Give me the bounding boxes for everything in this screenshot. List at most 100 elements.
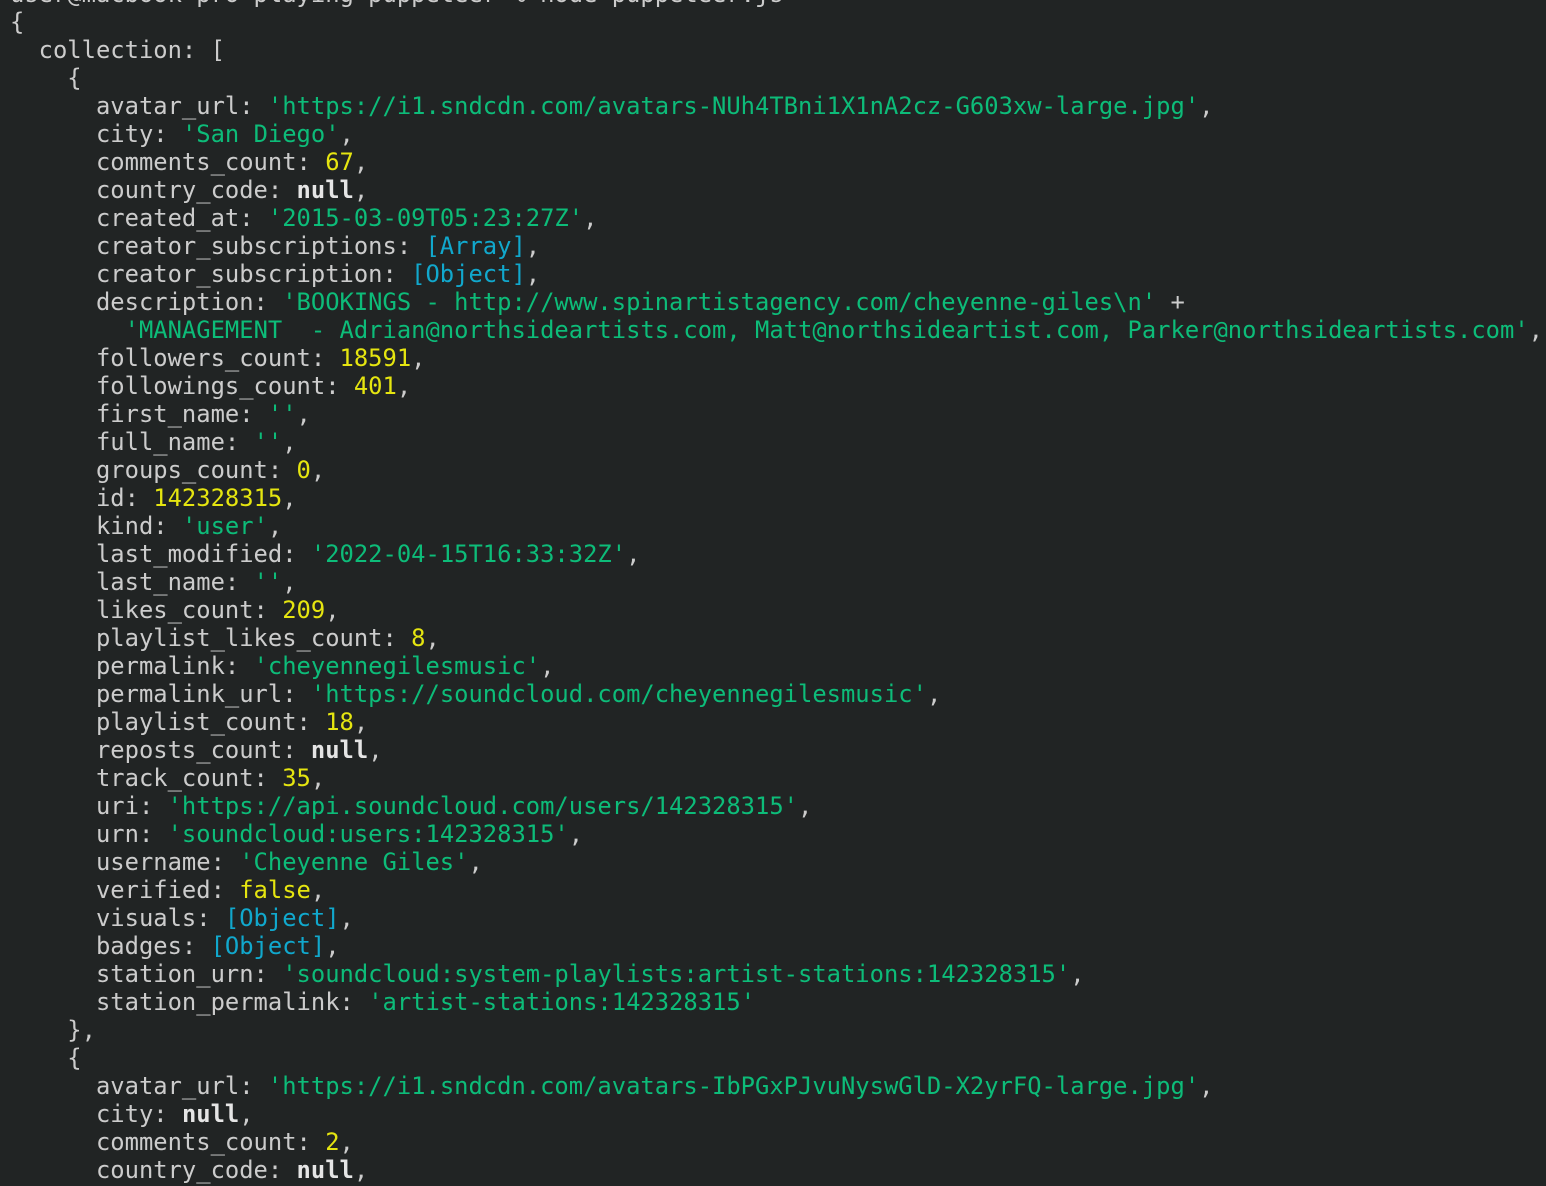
plain-token: , (1199, 1072, 1213, 1100)
string-token: 'MANAGEMENT - Adrian@northsideartists.co… (125, 316, 1529, 344)
plain-token: , (927, 680, 941, 708)
string-token: 'artist-stations:142328315' (368, 988, 755, 1016)
console-line: country_code: null, (10, 176, 1546, 204)
plain-token (10, 316, 125, 344)
plain-token: station_permalink: (10, 988, 368, 1016)
number-token: 0 (297, 456, 311, 484)
plain-token: creator_subscriptions: (10, 232, 425, 260)
string-token: 'https://i1.sndcdn.com/avatars-IbPGxPJvu… (268, 1072, 1199, 1100)
number-token: 35 (282, 764, 311, 792)
console-line: city: 'San Diego', (10, 120, 1546, 148)
console-line: uri: 'https://api.soundcloud.com/users/1… (10, 792, 1546, 820)
console-line: full_name: '', (10, 428, 1546, 456)
console-line: groups_count: 0, (10, 456, 1546, 484)
plain-token: reposts_count: (10, 736, 311, 764)
plain-token: , (526, 232, 540, 260)
console-line: description: 'BOOKINGS - http://www.spin… (10, 288, 1546, 316)
plain-token: country_code: (10, 176, 297, 204)
plain-token: , (354, 176, 368, 204)
plain-token: avatar_url: (10, 1072, 268, 1100)
string-token: '' (254, 428, 283, 456)
console-line: avatar_url: 'https://i1.sndcdn.com/avata… (10, 1072, 1546, 1100)
console-line: followings_count: 401, (10, 372, 1546, 400)
plain-token: comments_count: (10, 148, 325, 176)
console-line: reposts_count: null, (10, 736, 1546, 764)
plain-token: badges: (10, 932, 211, 960)
plain-token: , (526, 260, 540, 288)
plain-token: , (325, 596, 339, 624)
string-token: 'https://api.soundcloud.com/users/142328… (168, 792, 798, 820)
string-token: '' (268, 400, 297, 428)
string-token: 'user' (182, 512, 268, 540)
plain-token: , (340, 1128, 354, 1156)
plain-token: , (297, 400, 311, 428)
console-line: creator_subscriptions: [Array], (10, 232, 1546, 260)
plain-token: , (583, 204, 597, 232)
plain-token: likes_count: (10, 596, 282, 624)
console-line: station_permalink: 'artist-stations:1423… (10, 988, 1546, 1016)
console-line: permalink: 'cheyennegilesmusic', (10, 652, 1546, 680)
console-line: { (10, 1044, 1546, 1072)
console-line: playlist_likes_count: 8, (10, 624, 1546, 652)
plain-token: , (354, 708, 368, 736)
console-line: 'MANAGEMENT - Adrian@northsideartists.co… (10, 316, 1546, 344)
plain-token: avatar_url: (10, 92, 268, 120)
null-token: null (311, 736, 368, 764)
plain-token: }, (10, 1016, 96, 1044)
number-token: 2 (325, 1128, 339, 1156)
string-token: 'Cheyenne Giles' (239, 848, 468, 876)
number-token: 209 (282, 596, 325, 624)
console-line: username: 'Cheyenne Giles', (10, 848, 1546, 876)
console-line: first_name: '', (10, 400, 1546, 428)
string-token: 'https://soundcloud.com/cheyennegilesmus… (311, 680, 927, 708)
plain-token: last_name: (10, 568, 254, 596)
console-line: avatar_url: 'https://i1.sndcdn.com/avata… (10, 92, 1546, 120)
console-line: followers_count: 18591, (10, 344, 1546, 372)
object-ref-token: [Object] (211, 932, 326, 960)
console-line: created_at: '2015-03-09T05:23:27Z', (10, 204, 1546, 232)
plain-token: uri: (10, 792, 168, 820)
number-token: 401 (354, 372, 397, 400)
string-token: '2015-03-09T05:23:27Z' (268, 204, 583, 232)
plain-token: , (354, 1156, 368, 1184)
plain-token: permalink_url: (10, 680, 311, 708)
string-token: 'cheyennegilesmusic' (254, 652, 541, 680)
plain-token: , (268, 512, 282, 540)
plain-token: , (340, 904, 354, 932)
plain-token: station_urn: (10, 960, 282, 988)
plain-token: { (10, 64, 82, 92)
plain-token: comments_count: (10, 1128, 325, 1156)
console-line: comments_count: 2, (10, 1128, 1546, 1156)
plain-token: , (468, 848, 482, 876)
plain-token: , (569, 820, 583, 848)
console-line: comments_count: 67, (10, 148, 1546, 176)
plain-token: + (1156, 288, 1185, 316)
plain-token: city: (10, 120, 182, 148)
console-line: badges: [Object], (10, 932, 1546, 960)
number-token: 8 (411, 624, 425, 652)
plain-token: , (311, 876, 325, 904)
object-ref-token: [Object] (411, 260, 526, 288)
console-line: user@macbook-pro playing-puppeteer % nod… (10, 0, 1546, 8)
plain-token: , (798, 792, 812, 820)
plain-token: , (1070, 960, 1084, 988)
console-line: kind: 'user', (10, 512, 1546, 540)
number-token: 67 (325, 148, 354, 176)
plain-token: last_modified: (10, 540, 311, 568)
console-line: visuals: [Object], (10, 904, 1546, 932)
console-line: { (10, 8, 1546, 36)
boolean-token: false (239, 876, 311, 904)
plain-token: verified: (10, 876, 239, 904)
null-token: null (297, 176, 354, 204)
plain-token: created_at: (10, 204, 268, 232)
null-token: null (297, 1156, 354, 1184)
plain-token: , (1529, 316, 1543, 344)
plain-token: creator_subscription: (10, 260, 411, 288)
string-token: 'BOOKINGS - http://www.spinartistagency.… (282, 288, 1156, 316)
plain-token: first_name: (10, 400, 268, 428)
console-line: last_name: '', (10, 568, 1546, 596)
string-token: '' (254, 568, 283, 596)
plain-token: username: (10, 848, 239, 876)
terminal-output: user@macbook-pro playing-puppeteer % nod… (0, 0, 1546, 1186)
plain-token: , (540, 652, 554, 680)
